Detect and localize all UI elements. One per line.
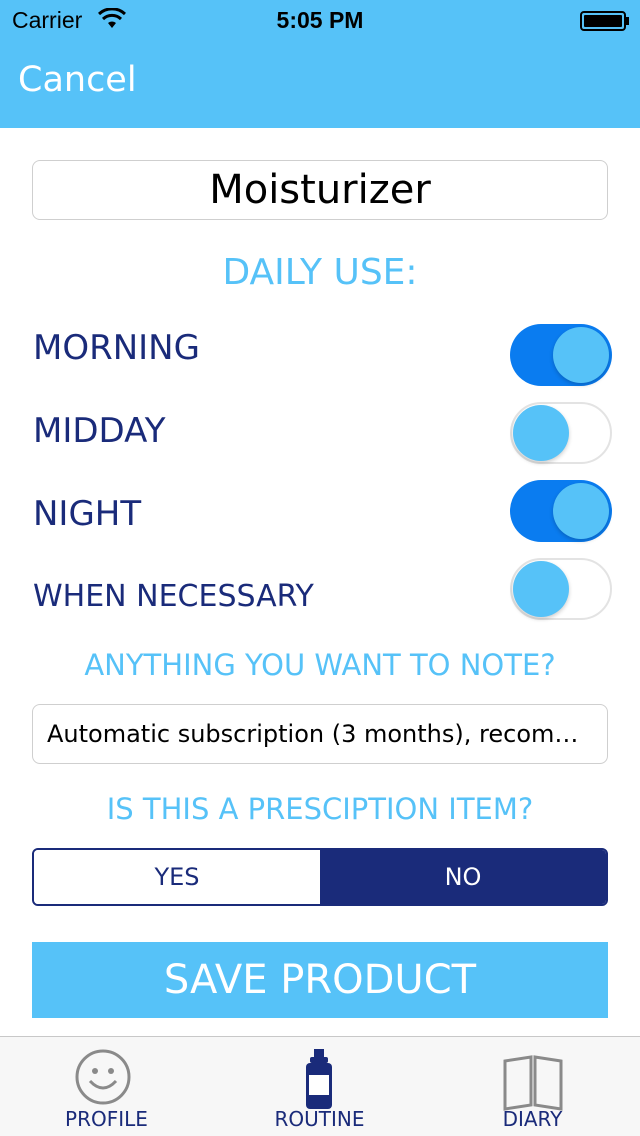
prescription-yes-segment[interactable]: YES — [34, 850, 320, 904]
night-toggle[interactable] — [510, 480, 612, 542]
tab-label: DIARY — [502, 1107, 563, 1131]
tab-diary[interactable]: DIARY — [426, 1037, 639, 1136]
morning-label: MORNING — [33, 328, 200, 368]
tab-label: ROUTINE — [274, 1107, 365, 1131]
tab-routine[interactable]: ROUTINE — [213, 1037, 426, 1136]
midday-toggle[interactable] — [510, 402, 612, 464]
toggle-knob — [553, 483, 609, 539]
when-necessary-label: WHEN NECESSARY — [33, 579, 314, 614]
prescription-no-segment[interactable]: NO — [320, 850, 606, 904]
note-heading: ANYTHING YOU WANT TO NOTE? — [84, 648, 556, 682]
tab-profile[interactable]: PROFILE — [0, 1037, 213, 1136]
night-label: NIGHT — [33, 494, 142, 534]
bottle-icon — [305, 1049, 332, 1109]
smiley-icon — [75, 1049, 130, 1105]
book-icon — [503, 1055, 562, 1111]
daily-use-heading: DAILY USE: — [222, 252, 418, 293]
status-time: 5:05 PM — [276, 7, 364, 33]
prescription-segmented-control: YES NO — [32, 848, 608, 906]
product-name-field[interactable]: Moisturizer — [32, 160, 608, 220]
toggle-knob — [513, 405, 569, 461]
midday-label: MIDDAY — [33, 411, 166, 451]
battery-icon — [580, 11, 629, 31]
when-necessary-toggle[interactable] — [510, 558, 612, 620]
toggle-knob — [553, 327, 609, 383]
save-product-button[interactable]: SAVE PRODUCT — [32, 942, 608, 1018]
tab-bar: PROFILE ROUTINE DIARY — [0, 1036, 640, 1136]
tab-label: PROFILE — [65, 1107, 148, 1131]
prescription-heading: IS THIS A PRESCIPTION ITEM? — [106, 792, 534, 826]
toggle-knob — [513, 561, 569, 617]
morning-toggle[interactable] — [510, 324, 612, 386]
status-bar: Carrier 5:05 PM — [0, 0, 640, 40]
nav-bar: Cancel — [0, 40, 640, 128]
note-field[interactable]: Automatic subscription (3 months), recom… — [32, 704, 608, 764]
cancel-button[interactable]: Cancel — [18, 60, 137, 100]
